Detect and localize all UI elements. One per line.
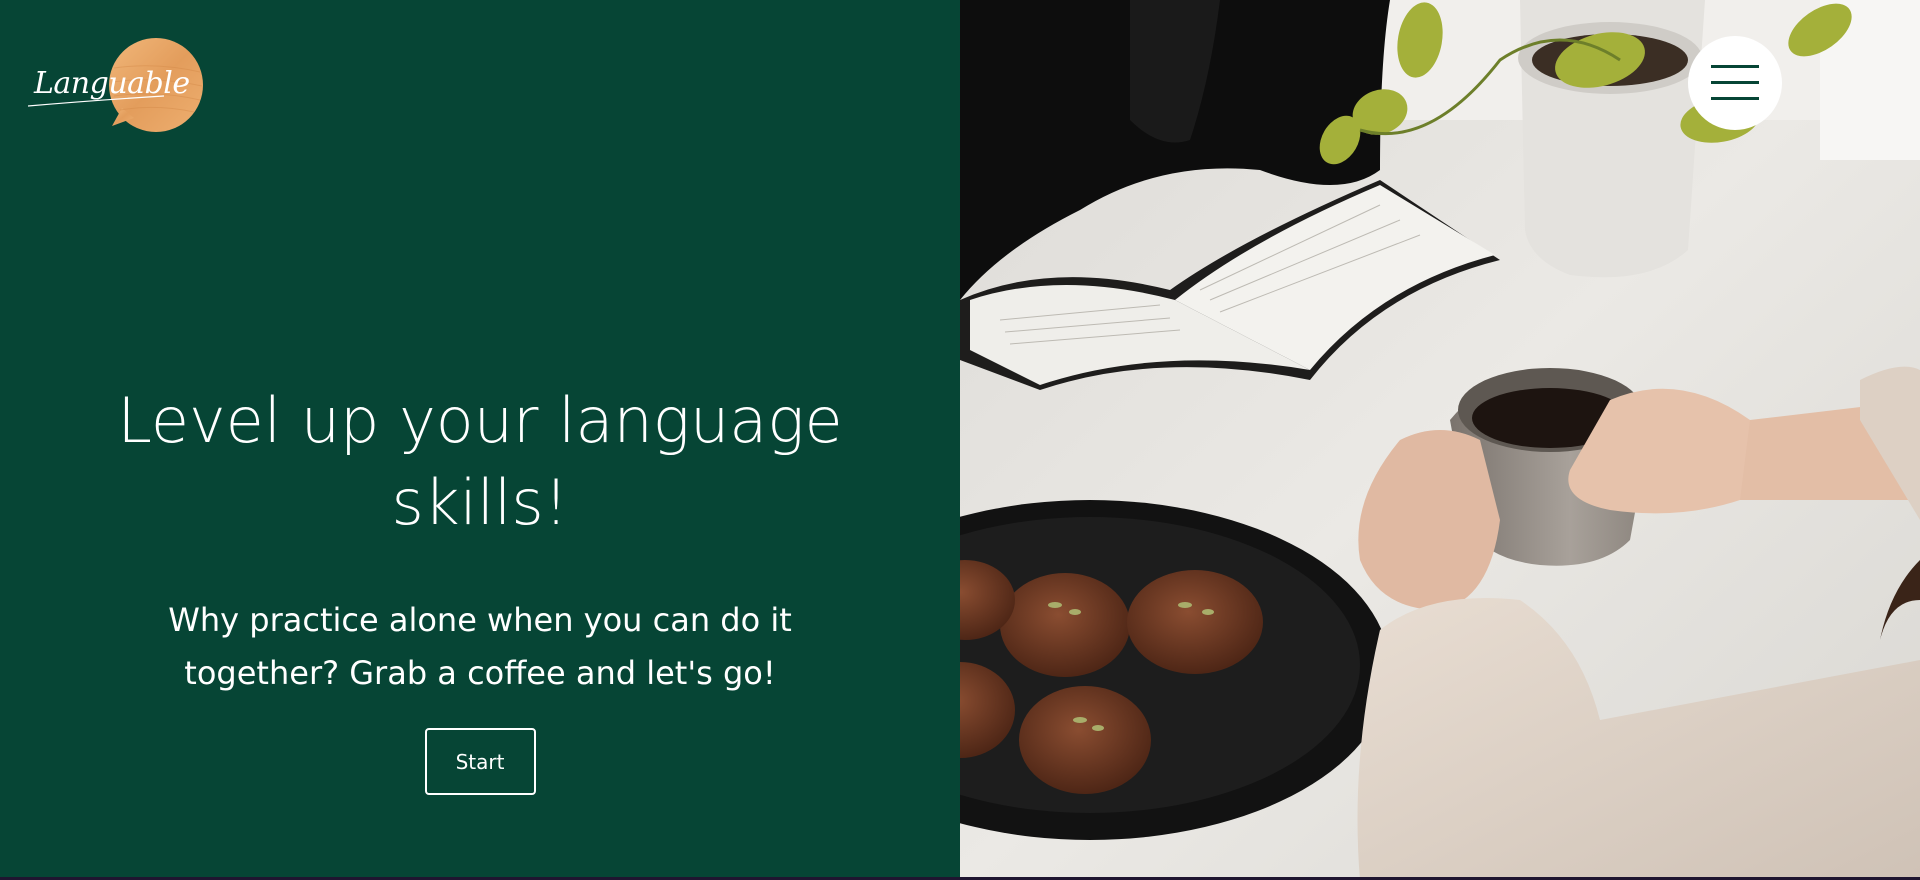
logo-wordmark: Languable (34, 66, 190, 101)
hero-content: Level up your language skills! Why pract… (0, 380, 960, 795)
hero-image-panel (960, 0, 1920, 880)
hamburger-menu-icon (1711, 63, 1759, 103)
hero-panel: Languable Level up your language skills!… (0, 0, 960, 880)
logo-link[interactable]: Languable (28, 38, 204, 134)
coffee-table-photo (960, 0, 1920, 880)
hero-title: Level up your language skills! (117, 384, 843, 539)
landing-page: Languable Level up your language skills!… (0, 0, 1920, 880)
menu-button[interactable] (1688, 36, 1782, 130)
start-button[interactable]: Start (424, 728, 536, 795)
hero-subtitle: Why practice alone when you can do it to… (168, 601, 792, 692)
